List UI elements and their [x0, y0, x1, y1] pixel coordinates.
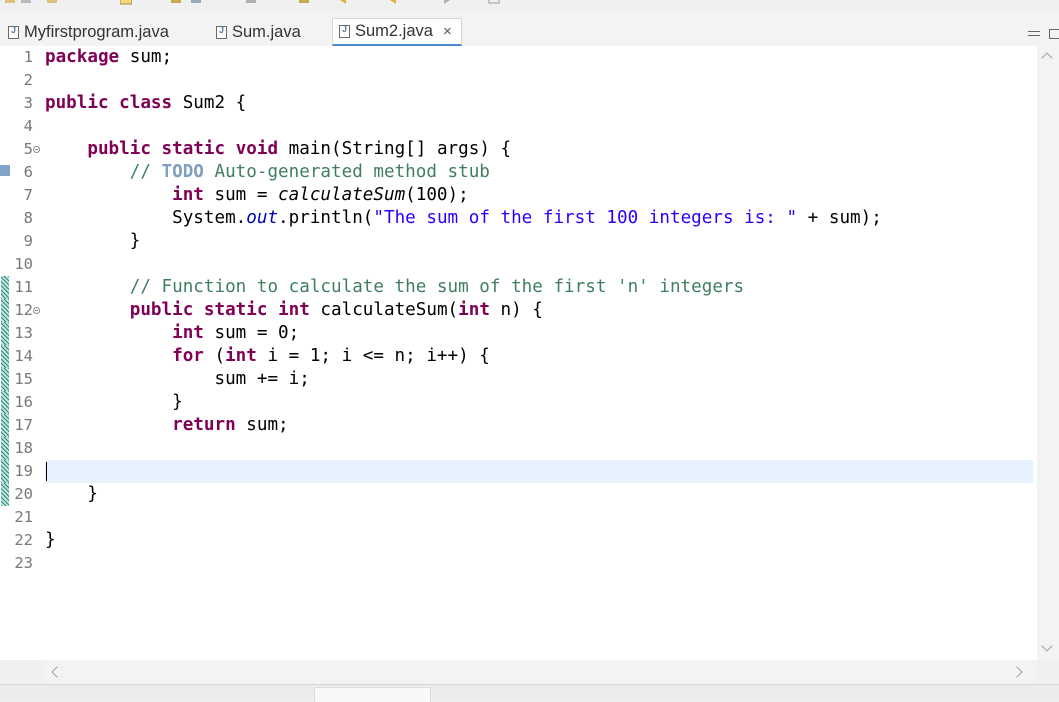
maximize-icon[interactable]: [1049, 29, 1059, 39]
line-number: 1: [23, 48, 33, 66]
change-marker: [1, 299, 9, 322]
fold-toggle-icon[interactable]: [33, 146, 40, 153]
line-number: 23: [14, 554, 33, 572]
tab-label: Myfirstprogram.java: [24, 22, 169, 41]
scroll-down-icon[interactable]: [1041, 640, 1053, 652]
code-line[interactable]: sum += i;: [45, 368, 309, 391]
change-marker: [1, 276, 9, 299]
change-marker: [1, 368, 9, 391]
line-number: 14: [14, 347, 33, 365]
line-number: 6: [23, 163, 33, 181]
code-line[interactable]: System.out.println("The sum of the first…: [45, 207, 882, 230]
toolbar-icon[interactable]: [190, 0, 202, 5]
code-line[interactable]: package sum;: [45, 46, 172, 69]
fold-toggle-icon[interactable]: [33, 307, 40, 314]
toolbar-icon[interactable]: [46, 0, 58, 5]
change-marker: [1, 460, 9, 483]
line-number: 15: [14, 370, 33, 388]
code-line[interactable]: public static int calculateSum(int n) {: [45, 299, 543, 322]
line-number-gutter: 1 2 3 4 5 6 7 8 9 10 11 12 13 14 15 16 17 18 19 20 21 22 23: [11, 46, 41, 660]
toolbar-icon[interactable]: [20, 0, 32, 5]
code-line[interactable]: }: [45, 391, 183, 414]
tab-sum2[interactable]: Sum2.java ×: [332, 18, 462, 46]
toolbar-icon[interactable]: [245, 0, 257, 5]
scroll-up-icon[interactable]: [1041, 52, 1053, 64]
line-number: 5: [23, 140, 33, 158]
line-number: 10: [14, 255, 33, 273]
line-number: 8: [23, 209, 33, 227]
nav-back-icon[interactable]: [390, 0, 404, 4]
scroll-left-icon[interactable]: [51, 666, 63, 678]
code-line[interactable]: // TODO Auto-generated method stub: [45, 161, 490, 184]
code-line[interactable]: int sum = calculateSum(100);: [45, 184, 469, 207]
line-number: 11: [14, 278, 33, 296]
code-line[interactable]: // Function to calculate the sum of the …: [45, 276, 744, 299]
change-marker: [1, 345, 9, 368]
code-line[interactable]: int sum = 0;: [45, 322, 299, 345]
code-line[interactable]: for (int i = 1; i <= n; i++) {: [45, 345, 490, 368]
horizontal-scrollbar[interactable]: [43, 660, 1037, 684]
tab-label: Sum2.java: [355, 22, 433, 40]
line-number: 22: [14, 531, 33, 549]
line-number: 21: [14, 508, 33, 526]
java-file-icon: [216, 25, 227, 39]
toolbar-icon[interactable]: [170, 0, 182, 5]
line-number: 13: [14, 324, 33, 342]
nav-back-icon[interactable]: [340, 0, 354, 4]
bottom-panel-bar: [0, 684, 1059, 702]
line-number: 12: [14, 301, 33, 319]
line-number: 19: [14, 462, 33, 480]
minimize-icon[interactable]: [1028, 31, 1040, 36]
line-number: 18: [14, 439, 33, 457]
code-line[interactable]: public class Sum2 {: [45, 92, 246, 115]
code-editor[interactable]: 1 2 3 4 5 6 7 8 9 10 11 12 13 14 15 16 17 18 19 20 21 22 23 pa…: [0, 46, 1037, 660]
line-number: 16: [14, 393, 33, 411]
line-number: 7: [23, 186, 33, 204]
current-line-highlight: [45, 460, 1033, 483]
close-icon[interactable]: ×: [443, 23, 452, 40]
tab-sum[interactable]: Sum.java: [216, 19, 301, 45]
editor-tab-bar: Myfirstprogram.java Sum.java Sum2.java ×: [0, 13, 1059, 47]
overview-ruler: [0, 46, 11, 660]
java-file-icon: [339, 24, 350, 38]
tab-label: Sum.java: [232, 22, 301, 41]
code-line[interactable]: }: [45, 529, 56, 552]
line-number: 3: [23, 94, 33, 112]
code-line[interactable]: public static void main(String[] args) {: [45, 138, 511, 161]
change-marker: [1, 437, 9, 460]
change-marker: [1, 322, 9, 345]
line-number: 9: [23, 232, 33, 250]
code-line[interactable]: return sum;: [45, 414, 289, 437]
warning-marker-icon[interactable]: [0, 165, 10, 176]
code-line[interactable]: }: [45, 230, 141, 253]
main-toolbar: [0, 0, 1059, 13]
line-number: 17: [14, 416, 33, 434]
toolbar-icon[interactable]: [4, 0, 16, 5]
scroll-right-icon[interactable]: [1011, 666, 1023, 678]
java-file-icon: [8, 25, 19, 39]
toolbar-icon[interactable]: [298, 0, 310, 5]
toolbar-icon[interactable]: [488, 0, 500, 5]
vertical-scrollbar[interactable]: [1037, 46, 1059, 660]
change-marker: [1, 414, 9, 437]
text-caret: [46, 462, 47, 481]
nav-forward-icon[interactable]: [436, 0, 450, 4]
line-number: 20: [14, 485, 33, 503]
toolbar-icon[interactable]: [120, 0, 132, 5]
code-line[interactable]: }: [45, 483, 98, 506]
tab-myfirstprogram[interactable]: Myfirstprogram.java: [8, 19, 169, 45]
line-number: 2: [23, 71, 33, 89]
change-marker: [1, 483, 9, 506]
line-number: 4: [23, 117, 33, 135]
change-marker: [1, 391, 9, 414]
